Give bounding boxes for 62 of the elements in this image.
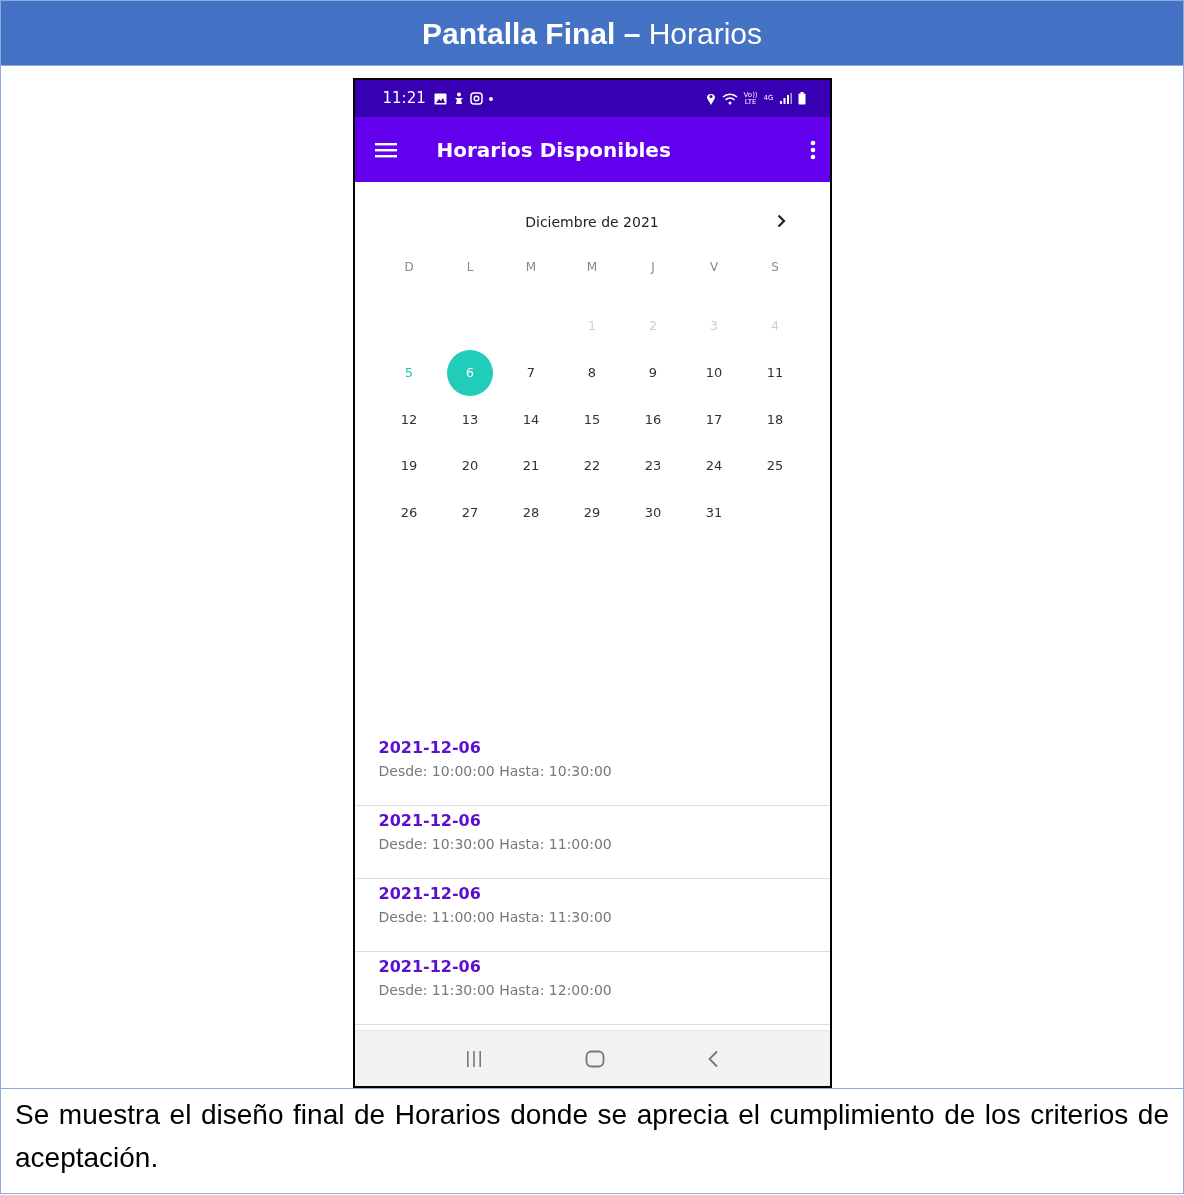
more-options-icon[interactable]: [809, 139, 816, 160]
calendar-day[interactable]: 17: [691, 396, 737, 443]
camera-icon: [469, 92, 483, 105]
calendar-day[interactable]: 19: [386, 442, 432, 489]
menu-icon[interactable]: [374, 141, 397, 158]
time-slot-item[interactable]: 2021-12-06 Desde: 10:30:00 Hasta: 11:00:00: [354, 806, 830, 879]
calendar-day[interactable]: 7: [508, 349, 554, 396]
weekday-label: J: [649, 259, 656, 276]
calendar-day[interactable]: 21: [508, 442, 554, 489]
calendar-day[interactable]: 24: [691, 442, 737, 489]
slot-time-range: Desde: 10:00:00 Hasta: 10:30:00: [378, 762, 613, 781]
calendar-day[interactable]: 25: [752, 442, 798, 489]
month-title: Diciembre de 2021: [525, 212, 659, 232]
wifi-icon: [721, 92, 738, 105]
battery-icon: [797, 92, 806, 105]
calendar-day[interactable]: 10: [691, 349, 737, 396]
dot-icon: [488, 96, 493, 101]
calendar-day[interactable]: 8: [569, 349, 615, 396]
weekday-label: M: [524, 259, 538, 276]
calendar-day[interactable]: 12: [386, 396, 432, 443]
weekday-label: D: [403, 259, 415, 276]
slot-date: 2021-12-06: [378, 884, 482, 904]
calendar-day[interactable]: 27: [447, 489, 493, 536]
signal-icon: [779, 93, 792, 104]
calendar-day[interactable]: 14: [508, 396, 554, 443]
weekday-label: M: [585, 259, 599, 276]
weekday-label: V: [708, 259, 720, 276]
chevron-right-icon[interactable]: [776, 214, 786, 228]
gallery-icon: [433, 92, 447, 105]
home-icon[interactable]: [585, 1049, 605, 1068]
status-time: 11:21: [382, 88, 426, 110]
recent-apps-icon[interactable]: [465, 1049, 484, 1068]
time-slot-item[interactable]: 2021-12-06 Desde: 11:30:00 Hasta: 12:00:00: [354, 952, 830, 1025]
location-pin-icon: [705, 92, 716, 105]
slot-date: 2021-12-06: [378, 811, 482, 831]
slot-date: 2021-12-06: [378, 957, 482, 977]
calendar-day[interactable]: 23: [630, 442, 676, 489]
slot-time-range: Desde: 11:30:00 Hasta: 12:00:00: [378, 981, 613, 1000]
slot-date: 2021-12-06: [378, 738, 482, 758]
weekday-label: L: [465, 259, 475, 276]
calendar-day[interactable]: 26: [386, 489, 432, 536]
slot-time-range: Desde: 11:00:00 Hasta: 11:30:00: [378, 908, 613, 927]
calendar-day[interactable]: 18: [752, 396, 798, 443]
document-title: Pantalla Final – Horarios: [421, 15, 763, 52]
calendar-day[interactable]: 28: [508, 489, 554, 536]
calendar-day[interactable]: 11: [752, 349, 798, 396]
calendar-day[interactable]: 16: [630, 396, 676, 443]
calendar-day[interactable]: 20: [447, 442, 493, 489]
time-slot-item[interactable]: 2021-12-06 Desde: 11:00:00 Hasta: 11:30:00: [354, 879, 830, 952]
calendar-day[interactable]: 13: [447, 396, 493, 443]
calendar-day[interactable]: 9: [630, 349, 676, 396]
calendar-day[interactable]: 22: [569, 442, 615, 489]
calendar-day[interactable]: 31: [691, 489, 737, 536]
weekday-label: S: [770, 259, 780, 276]
back-icon[interactable]: [706, 1049, 719, 1068]
caption-paragraph: Se muestra el diseño final de Horarios donde se aprecia el cumplimiento de los criterios de aceptación.: [14, 1098, 1170, 1175]
slot-time-range: Desde: 10:30:00 Hasta: 11:00:00: [378, 835, 613, 854]
calendar-day[interactable]: 15: [569, 396, 615, 443]
calendar-day[interactable]: 30: [630, 489, 676, 536]
app-title: Horarios Disponibles: [436, 136, 672, 164]
time-slot-item[interactable]: 2021-12-06 Desde: 10:00:00 Hasta: 10:30:00: [354, 733, 830, 806]
calendar-day[interactable]: 29: [569, 489, 615, 536]
